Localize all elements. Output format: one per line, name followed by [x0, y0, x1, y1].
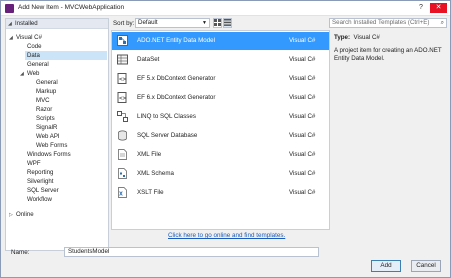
tree-item-reporting[interactable]: Reporting [27, 168, 53, 177]
template-language: Visual C# [289, 170, 316, 177]
template-type: Type: Visual C# [334, 34, 447, 41]
tree-item-windows-forms[interactable]: Windows Forms [27, 150, 71, 159]
sort-by-label: Sort by: [113, 20, 135, 27]
search-templates-input[interactable]: Search Installed Templates (Ctrl+E) ⌕ [329, 18, 447, 28]
svg-text:<>: <> [119, 76, 127, 83]
template-language: Visual C# [289, 189, 316, 196]
xml-file-icon [118, 149, 127, 160]
type-value: Visual C# [353, 34, 380, 41]
tree-item-mvc[interactable]: MVC [36, 96, 50, 105]
template-row[interactable]: <> EF 5.x DbContext Generator Visual C# [112, 70, 329, 88]
svg-text:X: X [119, 192, 123, 198]
template-name: SQL Server Database [137, 132, 198, 139]
tree-item-visual-csharp[interactable]: ◢ Visual C# [9, 33, 42, 42]
template-name: DataSet [137, 56, 160, 63]
tree-item-web-forms[interactable]: Web Forms [36, 141, 67, 150]
online-templates-link[interactable]: Click here to go online and find templat… [168, 232, 285, 239]
ef-generator-icon: <> [117, 92, 127, 103]
category-tree: ◢ Installed ◢ Visual C# Code Data General … [5, 18, 109, 251]
add-new-item-dialog: Add New Item - MVCWebApplication ? ✕ ◢ In… [0, 0, 451, 278]
tree-item-online[interactable]: ▷ Online [9, 210, 34, 219]
template-row[interactable]: X XSLT File Visual C# [112, 184, 329, 202]
entity-model-icon [117, 35, 128, 46]
name-field[interactable]: StudentsModel [64, 247, 319, 257]
svg-text:<>: <> [119, 95, 127, 102]
tree-item-scripts[interactable]: Scripts [36, 114, 55, 123]
installed-label: Installed [15, 20, 38, 27]
database-icon [118, 130, 127, 141]
grid-view-icon [214, 19, 221, 26]
template-name: EF 6.x DbContext Generator [137, 94, 216, 101]
tree-item-general[interactable]: General [27, 60, 49, 69]
xml-schema-icon [118, 168, 127, 179]
expand-right-icon: ▷ [9, 212, 13, 218]
xslt-file-icon: X [118, 187, 127, 198]
type-label: Type: [334, 34, 351, 41]
installed-node[interactable]: ◢ Installed [6, 19, 108, 29]
chevron-down-icon: ▼ [202, 20, 207, 26]
name-label: Name: [11, 249, 30, 256]
add-button[interactable]: Add [371, 260, 401, 272]
template-name: XSLT File [137, 189, 164, 196]
template-name: ADO.NET Entity Data Model [137, 37, 215, 44]
dataset-icon [117, 54, 128, 65]
template-description: A project item for creating an ADO.NET E… [334, 47, 442, 62]
template-language: Visual C# [289, 75, 316, 82]
grid-view-button[interactable] [213, 18, 222, 28]
linq-icon [117, 111, 128, 122]
template-language: Visual C# [289, 132, 316, 139]
title-bar: Add New Item - MVCWebApplication ? ✕ [1, 1, 450, 16]
template-name: LINQ to SQL Classes [137, 113, 196, 120]
close-button[interactable]: ✕ [430, 3, 447, 13]
template-row[interactable]: ADO.NET Entity Data Model Visual C# [112, 32, 329, 50]
template-row[interactable]: <> EF 6.x DbContext Generator Visual C# [112, 89, 329, 107]
tree-item-code[interactable]: Code [27, 42, 42, 51]
tree-item-razor[interactable]: Razor [36, 105, 52, 114]
ef-generator-icon: <> [117, 73, 127, 84]
tree-item-data[interactable]: Data [25, 51, 107, 60]
tree-item-workflow[interactable]: Workflow [27, 195, 52, 204]
template-language: Visual C# [289, 56, 316, 63]
tree-item-markup[interactable]: Markup [36, 87, 56, 96]
tree-item-web[interactable]: ◢ Web [20, 69, 39, 78]
cancel-button[interactable]: Cancel [411, 260, 441, 272]
template-info-panel: Type: Visual C# A project item for creat… [334, 34, 447, 63]
tree-item-signalr[interactable]: SignalR [36, 123, 57, 132]
template-list: ADO.NET Entity Data Model Visual C# Data… [111, 30, 330, 230]
tree-item-sql-server[interactable]: SQL Server [27, 186, 59, 195]
window-controls: ? ✕ [414, 3, 447, 13]
template-name: EF 5.x DbContext Generator [137, 75, 216, 82]
template-row[interactable]: SQL Server Database Visual C# [112, 127, 329, 145]
expand-down-icon: ◢ [20, 71, 24, 77]
template-row[interactable]: XML File Visual C# [112, 146, 329, 164]
template-language: Visual C# [289, 113, 316, 120]
window-title: Add New Item - MVCWebApplication [18, 4, 125, 11]
template-language: Visual C# [289, 37, 316, 44]
sort-by-select[interactable]: Default ▼ [135, 18, 210, 28]
template-language: Visual C# [289, 151, 316, 158]
visual-studio-icon [5, 4, 14, 13]
template-row[interactable]: XML Schema Visual C# [112, 165, 329, 183]
template-name: XML Schema [137, 170, 174, 177]
tree-item-wpf[interactable]: WPF [27, 159, 41, 168]
list-view-button[interactable] [223, 18, 232, 28]
expand-down-icon: ◢ [8, 21, 12, 27]
tree-item-web-general[interactable]: General [36, 78, 58, 87]
expand-down-icon: ◢ [9, 35, 13, 41]
template-row[interactable]: LINQ to SQL Classes Visual C# [112, 108, 329, 126]
tree-item-web-api[interactable]: Web API [36, 132, 60, 141]
template-name: XML File [137, 151, 162, 158]
search-icon: ⌕ [440, 20, 444, 26]
tree-item-silverlight[interactable]: Silverlight [27, 177, 53, 186]
list-view-icon [224, 19, 231, 26]
template-row[interactable]: DataSet Visual C# [112, 51, 329, 69]
template-language: Visual C# [289, 94, 316, 101]
help-button[interactable]: ? [414, 3, 428, 13]
